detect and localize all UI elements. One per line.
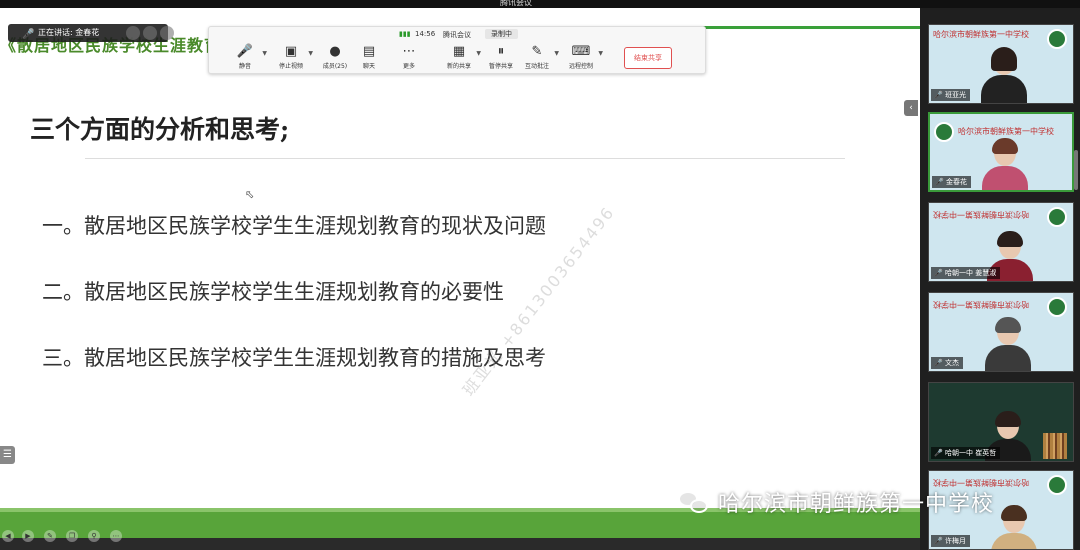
participant-tile-active[interactable]: 哈尔滨市朝鲜族第一中学校 🎤 金春花 xyxy=(928,112,1074,192)
slide-item-2: 二。散居地区民族学校学生生涯规划教育的必要性 xyxy=(42,280,504,304)
school-logo-icon xyxy=(934,122,954,142)
presentation-controls: ◀ ▶ ✎ ❐ ⚲ ⋯ xyxy=(0,528,920,544)
mic-muted-icon: 🎤 xyxy=(934,91,943,99)
school-logo-icon xyxy=(1047,297,1067,317)
remote-control-icon: ⌨ xyxy=(571,44,591,59)
search-icon[interactable]: ⚲ xyxy=(88,530,100,542)
school-logo-icon xyxy=(1047,207,1067,227)
participant-video xyxy=(991,505,1037,549)
recording-badge[interactable]: 录制中 xyxy=(485,29,518,39)
school-logo-icon xyxy=(1047,475,1067,495)
pen-icon[interactable]: ✎ xyxy=(44,530,56,542)
participant-name: 🎤 哈朝一中 崔英哲 xyxy=(931,447,1001,459)
prev-slide-icon[interactable]: ◀ xyxy=(2,530,14,542)
school-banner: 哈尔滨市朝鲜族第一中学校 xyxy=(958,127,1054,136)
participant-name: 🎤 金春花 xyxy=(932,176,971,188)
wechat-icon xyxy=(678,489,712,515)
participant-video xyxy=(985,317,1031,371)
chevron-down-icon[interactable]: ▼ xyxy=(554,50,559,57)
shared-screen: 《散居地区民族学校生涯教育现状 三个方面的分析和思考; 一。散居地区民族学校学生… xyxy=(0,8,920,538)
window-title: 腾讯会议 xyxy=(500,0,532,7)
slide-title: 三个方面的分析和思考; xyxy=(30,115,290,144)
meeting-window: 腾讯会议 《散居地区民族学校生涯教育现状 三个方面的分析和思考; 一。散居地区民… xyxy=(0,0,1080,550)
mouse-cursor-icon: ⬁ xyxy=(245,188,255,201)
chevron-down-icon[interactable]: ▼ xyxy=(262,50,267,57)
speaking-indicator: 🎤 正在讲话: 金春花 xyxy=(8,24,174,42)
view-controls xyxy=(126,26,176,40)
more-icon: ⋯ xyxy=(402,44,416,59)
app-name: 腾讯会议 xyxy=(443,31,471,39)
school-banner: 哈尔滨市朝鲜族第一中学校 xyxy=(933,30,1029,39)
pause-share-button[interactable]: ⏸ 暂停共享 xyxy=(481,45,521,73)
panel-scrollbar[interactable] xyxy=(1074,150,1078,190)
mic-active-icon: 🎤 xyxy=(935,178,944,186)
window-titlebar: 腾讯会议 xyxy=(0,0,1080,8)
participant-tile[interactable]: 哈尔滨市朝鲜族第一中学校 🎤 文杰 xyxy=(928,292,1074,372)
fullscreen-icon[interactable] xyxy=(160,26,174,40)
annotate-icon: ✎ xyxy=(531,44,543,59)
wechat-watermark: 哈尔滨市朝鲜族第一中学校 xyxy=(678,484,994,520)
mic-muted-icon: 🎤 xyxy=(934,359,943,367)
view-toggle-icon[interactable] xyxy=(126,26,140,40)
participant-name: 🎤 许梅月 xyxy=(931,535,970,547)
slide-accent-line xyxy=(700,26,920,29)
participant-tile[interactable]: 🎤 哈朝一中 崔英哲 xyxy=(928,382,1074,462)
copy-icon[interactable]: ❐ xyxy=(66,530,78,542)
mute-button[interactable]: 🎤 静音 ▼ xyxy=(225,44,267,73)
speaking-label: 正在讲话: 金春花 xyxy=(38,28,100,37)
school-logo-icon xyxy=(1047,29,1067,49)
annotate-button[interactable]: ✎ 互动批注 ▼ xyxy=(517,44,559,73)
more-icon[interactable]: ⋯ xyxy=(110,530,122,542)
chevron-down-icon[interactable]: ▼ xyxy=(598,50,603,57)
background-bookshelf xyxy=(1043,433,1067,459)
meeting-time: 14:56 xyxy=(415,30,436,38)
side-menu-toggle-icon[interactable]: ☰ xyxy=(0,446,15,464)
slide-divider xyxy=(85,158,845,159)
slide-item-1: 一。散居地区民族学校学生生涯规划教育的现状及问题 xyxy=(42,214,546,238)
participant-tile[interactable]: 哈尔滨市朝鲜族第一中学校 🎤 哈朝一中 姜慧淑 xyxy=(928,202,1074,282)
next-slide-icon[interactable]: ▶ xyxy=(22,530,34,542)
participant-panel: 哈尔滨市朝鲜族第一中学校 🎤 班亚光 哈尔滨市朝鲜族第一中学校 🎤 金春花 哈尔… xyxy=(920,8,1080,550)
share-icon: ▦ xyxy=(452,44,466,59)
school-banner: 哈尔滨市朝鲜族第一中学校 xyxy=(933,300,1029,309)
meeting-toolbar: ▮▮▮ 14:56 腾讯会议 录制中 🎤 静音 ▼ ▣ 停止视频 ▼ ● 成员(… xyxy=(208,26,706,74)
stop-video-button[interactable]: ▣ 停止视频 ▼ xyxy=(271,44,313,73)
participant-name: 🎤 文杰 xyxy=(931,357,963,369)
chat-button[interactable]: ▤ 聊天 xyxy=(349,45,389,73)
mic-icon: 🎤 xyxy=(22,29,35,40)
school-banner: 哈尔滨市朝鲜族第一中学校 xyxy=(933,210,1029,219)
pause-icon: ⏸ xyxy=(497,44,505,59)
new-share-button[interactable]: ▦ 新的共享 ▼ xyxy=(439,44,481,73)
toolbar-status: ▮▮▮ 14:56 腾讯会议 录制中 xyxy=(209,29,707,41)
participant-name: 🎤 班亚光 xyxy=(931,89,970,101)
wechat-account-name: 哈尔滨市朝鲜族第一中学校 xyxy=(718,492,995,517)
mic-muted-icon: 🎤 xyxy=(934,449,943,457)
chat-icon: ▤ xyxy=(362,44,376,59)
chevron-down-icon[interactable]: ▼ xyxy=(308,50,313,57)
participant-video xyxy=(982,138,1028,190)
remote-control-button[interactable]: ⌨ 远程控制 ▼ xyxy=(561,44,603,73)
mic-icon: 🎤 xyxy=(236,44,254,59)
video-icon: ▣ xyxy=(284,44,298,59)
mic-muted-icon: 🎤 xyxy=(934,269,943,277)
more-button[interactable]: ⋯ 更多 xyxy=(389,45,429,73)
collapse-panel-icon[interactable]: ‹ xyxy=(904,100,918,116)
participant-name: 🎤 哈朝一中 姜慧淑 xyxy=(931,267,1001,279)
participant-tile[interactable]: 哈尔滨市朝鲜族第一中学校 🎤 班亚光 xyxy=(928,24,1074,104)
layout-toggle-icon[interactable] xyxy=(143,26,157,40)
mic-muted-icon: 🎤 xyxy=(934,537,943,545)
participant-video xyxy=(981,47,1027,103)
signal-icon: ▮▮▮ xyxy=(399,30,411,38)
end-share-button[interactable]: 结束共享 xyxy=(624,47,672,69)
